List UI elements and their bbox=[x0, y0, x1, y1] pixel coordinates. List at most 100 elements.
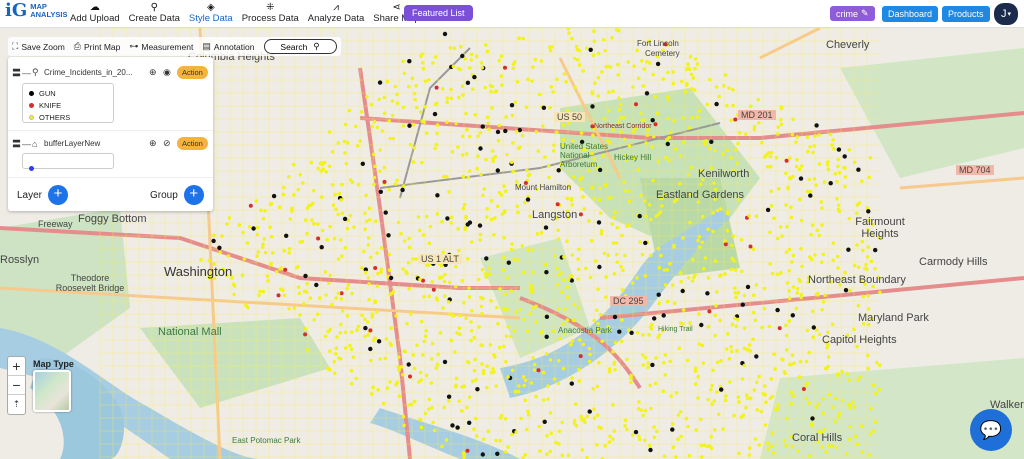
incident-other-point[interactable] bbox=[830, 143, 834, 147]
incident-other-point[interactable] bbox=[592, 197, 596, 201]
incident-other-point[interactable] bbox=[725, 211, 730, 216]
incident-other-point[interactable] bbox=[636, 330, 640, 335]
incident-other-point[interactable] bbox=[799, 247, 803, 251]
incident-other-point[interactable] bbox=[366, 276, 371, 280]
incident-other-point[interactable] bbox=[460, 153, 465, 157]
incident-gun-point[interactable] bbox=[284, 233, 289, 238]
incident-other-point[interactable] bbox=[430, 341, 435, 346]
incident-other-point[interactable] bbox=[225, 222, 229, 226]
incident-other-point[interactable] bbox=[610, 36, 614, 40]
incident-other-point[interactable] bbox=[723, 272, 727, 276]
incident-other-point[interactable] bbox=[702, 139, 706, 144]
incident-other-point[interactable] bbox=[577, 48, 582, 53]
incident-other-point[interactable] bbox=[571, 318, 576, 322]
incident-other-point[interactable] bbox=[813, 134, 817, 138]
incident-other-point[interactable] bbox=[817, 332, 822, 337]
incident-other-point[interactable] bbox=[700, 214, 705, 219]
incident-gun-point[interactable] bbox=[368, 346, 373, 352]
incident-other-point[interactable] bbox=[711, 368, 715, 373]
incident-other-point[interactable] bbox=[263, 208, 267, 213]
incident-other-point[interactable] bbox=[363, 211, 367, 216]
incident-gun-point[interactable] bbox=[377, 80, 383, 85]
incident-other-point[interactable] bbox=[640, 353, 645, 357]
incident-other-point[interactable] bbox=[606, 253, 611, 257]
incident-other-point[interactable] bbox=[489, 298, 493, 303]
incident-other-point[interactable] bbox=[805, 328, 810, 333]
incident-other-point[interactable] bbox=[463, 226, 468, 230]
incident-other-point[interactable] bbox=[678, 181, 682, 186]
incident-gun-point[interactable] bbox=[472, 74, 477, 80]
incident-other-point[interactable] bbox=[706, 227, 710, 231]
incident-other-point[interactable] bbox=[443, 294, 447, 298]
incident-other-point[interactable] bbox=[689, 72, 694, 77]
incident-other-point[interactable] bbox=[370, 312, 375, 316]
incident-gun-point[interactable] bbox=[644, 91, 650, 96]
incident-other-point[interactable] bbox=[703, 256, 708, 260]
incident-other-point[interactable] bbox=[464, 111, 468, 116]
incident-other-point[interactable] bbox=[724, 347, 729, 351]
incident-other-point[interactable] bbox=[762, 286, 767, 291]
incident-other-point[interactable] bbox=[298, 172, 303, 177]
incident-knife-point[interactable] bbox=[555, 202, 560, 207]
incident-other-point[interactable] bbox=[446, 300, 451, 304]
incident-other-point[interactable] bbox=[246, 305, 250, 310]
incident-other-point[interactable] bbox=[651, 134, 656, 139]
incident-other-point[interactable] bbox=[763, 423, 768, 427]
incident-other-point[interactable] bbox=[526, 173, 531, 178]
incident-other-point[interactable] bbox=[333, 192, 338, 197]
incident-other-point[interactable] bbox=[787, 247, 792, 252]
incident-other-point[interactable] bbox=[598, 313, 603, 317]
incident-other-point[interactable] bbox=[660, 204, 664, 208]
incident-other-point[interactable] bbox=[592, 29, 596, 33]
incident-other-point[interactable] bbox=[826, 160, 830, 164]
incident-other-point[interactable] bbox=[232, 292, 236, 297]
incident-other-point[interactable] bbox=[377, 97, 381, 102]
incident-other-point[interactable] bbox=[789, 390, 794, 394]
incident-other-point[interactable] bbox=[619, 115, 623, 120]
incident-other-point[interactable] bbox=[465, 127, 469, 132]
incident-other-point[interactable] bbox=[401, 105, 406, 110]
incident-gun-point[interactable] bbox=[378, 189, 383, 194]
incident-other-point[interactable] bbox=[628, 380, 633, 385]
incident-other-point[interactable] bbox=[562, 255, 566, 259]
incident-other-point[interactable] bbox=[371, 385, 376, 390]
incident-other-point[interactable] bbox=[521, 270, 526, 274]
incident-other-point[interactable] bbox=[757, 374, 761, 379]
incident-other-point[interactable] bbox=[387, 119, 392, 123]
incident-other-point[interactable] bbox=[561, 278, 566, 282]
incident-other-point[interactable] bbox=[397, 368, 401, 373]
incident-other-point[interactable] bbox=[751, 310, 756, 315]
incident-other-point[interactable] bbox=[347, 108, 352, 113]
incident-other-point[interactable] bbox=[413, 97, 418, 102]
incident-other-point[interactable] bbox=[790, 445, 794, 449]
incident-other-point[interactable] bbox=[860, 450, 864, 454]
incident-other-point[interactable] bbox=[434, 296, 439, 300]
incident-other-point[interactable] bbox=[465, 257, 470, 261]
incident-other-point[interactable] bbox=[621, 288, 625, 293]
incident-other-point[interactable] bbox=[590, 185, 594, 190]
incident-other-point[interactable] bbox=[445, 120, 449, 124]
incident-other-point[interactable] bbox=[826, 355, 831, 359]
incident-gun-point[interactable] bbox=[590, 104, 595, 109]
incident-gun-point[interactable] bbox=[699, 322, 704, 328]
incident-other-point[interactable] bbox=[441, 174, 446, 179]
incident-other-point[interactable] bbox=[497, 345, 502, 350]
incident-other-point[interactable] bbox=[653, 381, 658, 386]
incident-gun-point[interactable] bbox=[656, 292, 661, 297]
incident-other-point[interactable] bbox=[797, 277, 801, 282]
incident-other-point[interactable] bbox=[620, 318, 624, 322]
incident-other-point[interactable] bbox=[327, 164, 332, 169]
incident-other-point[interactable] bbox=[825, 345, 829, 350]
incident-other-point[interactable] bbox=[733, 147, 738, 152]
incident-other-point[interactable] bbox=[340, 309, 345, 313]
incident-other-point[interactable] bbox=[821, 411, 825, 416]
incident-gun-point[interactable] bbox=[633, 429, 639, 435]
incident-other-point[interactable] bbox=[546, 384, 550, 388]
incident-other-point[interactable] bbox=[506, 375, 510, 379]
incident-other-point[interactable] bbox=[835, 179, 839, 184]
incident-other-point[interactable] bbox=[684, 416, 689, 421]
incident-other-point[interactable] bbox=[779, 117, 783, 122]
incident-other-point[interactable] bbox=[666, 98, 671, 102]
incident-other-point[interactable] bbox=[733, 268, 738, 272]
incident-other-point[interactable] bbox=[488, 343, 493, 347]
